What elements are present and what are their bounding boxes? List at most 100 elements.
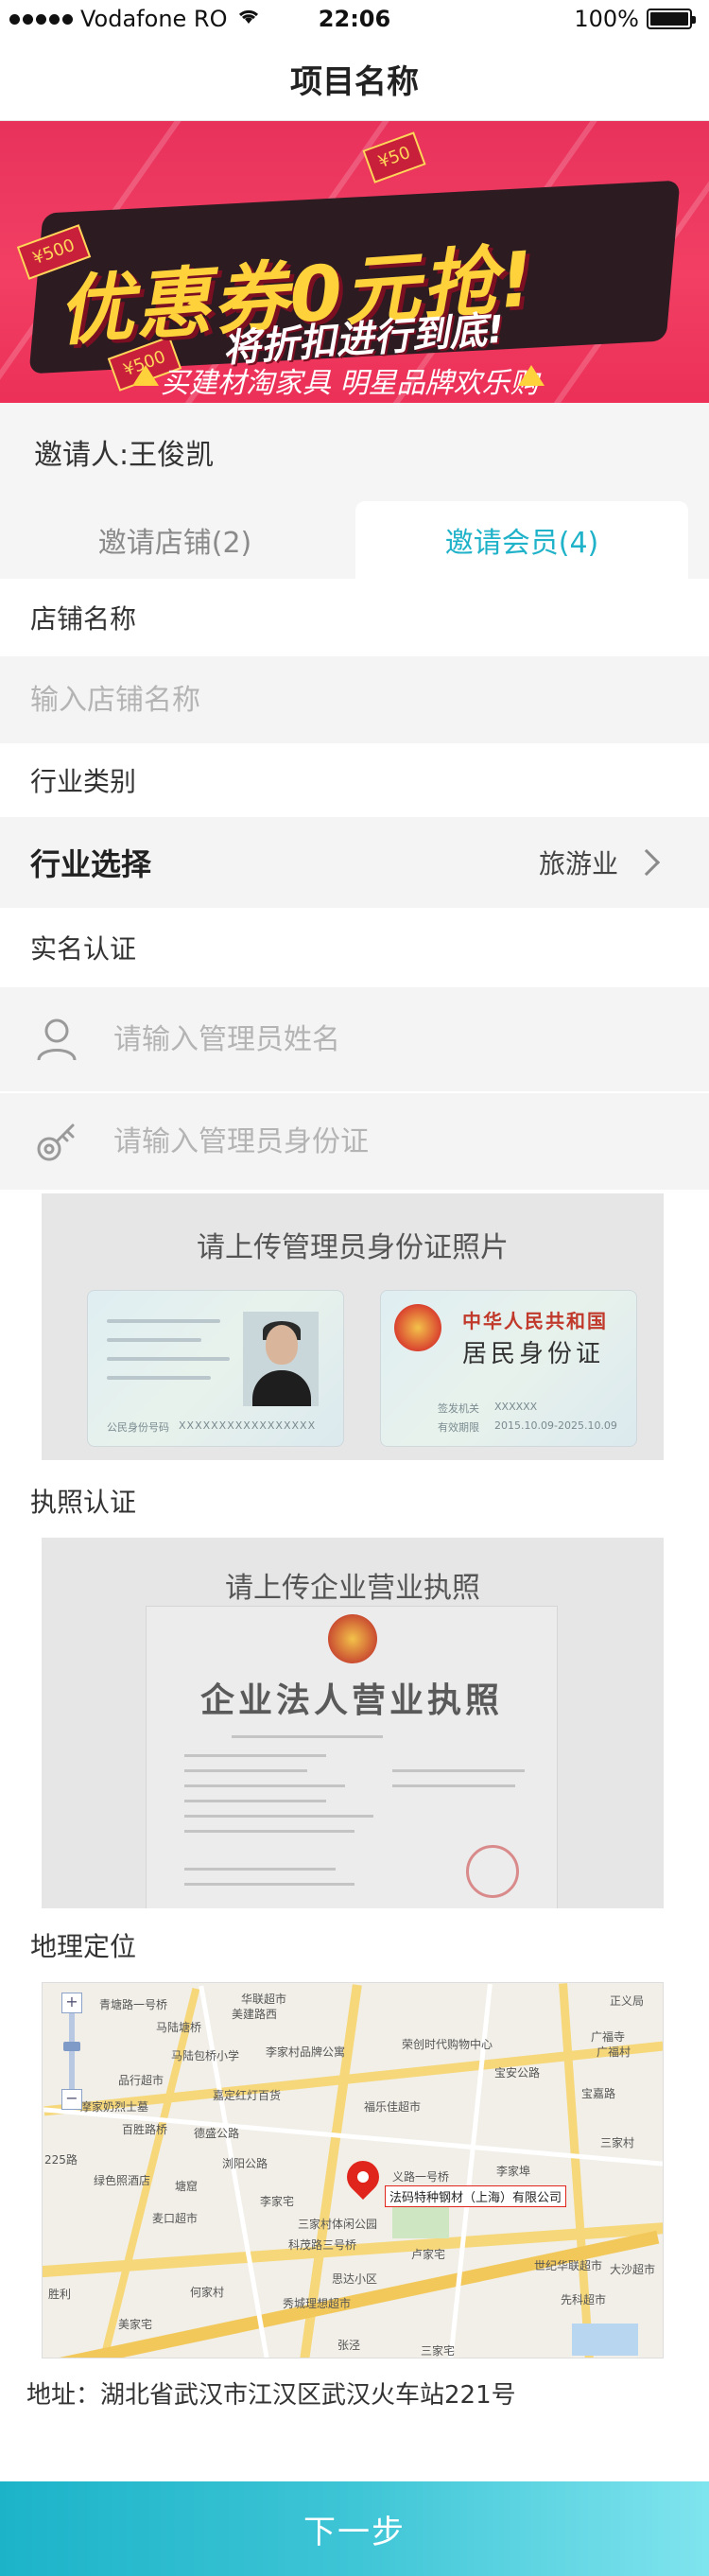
map-poi: 美家宅 bbox=[118, 2318, 153, 2331]
id-card-upload[interactable]: 请上传管理员身份证照片 公民身份号码 XXXXXXXXXXXXXXXXX 中华人… bbox=[42, 1193, 664, 1460]
next-step-button[interactable]: 下一步 bbox=[0, 2481, 709, 2576]
id-upload-title: 请上传管理员身份证照片 bbox=[197, 1231, 509, 1264]
id-number-label: 公民身份号码 bbox=[107, 1421, 169, 1434]
national-emblem-icon bbox=[328, 1614, 377, 1663]
map-poi: 先科超市 bbox=[561, 2293, 607, 2306]
map-poi: 义路一号桥 bbox=[392, 2170, 450, 2184]
map-poi: 胜利 bbox=[48, 2288, 72, 2301]
industry-select-label: 行业选择 bbox=[30, 846, 152, 882]
map-poi: 张泾 bbox=[337, 2339, 361, 2352]
admin-name-input[interactable] bbox=[113, 1022, 643, 1056]
map-poi: 摩家奶烈士墓 bbox=[80, 2100, 149, 2114]
map-poi: 何家村 bbox=[190, 2286, 225, 2299]
map-poi: 嘉定红灯百货 bbox=[213, 2089, 282, 2102]
id-issuer-label: 签发机关 bbox=[438, 1402, 479, 1415]
section-license: 执照认证 bbox=[0, 1464, 709, 1538]
inviter-label: 邀请人: bbox=[34, 439, 130, 472]
section-realname: 实名认证 bbox=[0, 908, 709, 987]
id-back-subtitle: 居民身份证 bbox=[462, 1340, 605, 1368]
map-poi: 青塘路一号桥 bbox=[99, 1998, 168, 2011]
map-pin-icon[interactable] bbox=[339, 2153, 387, 2201]
banner-tagline: 买建材淘家具 明星品牌欢乐购 bbox=[161, 367, 539, 400]
industry-select-row[interactable]: 行业选择 旅游业 bbox=[0, 817, 709, 908]
map-poi: 马陆塘桥 bbox=[156, 2021, 202, 2034]
admin-id-input[interactable] bbox=[113, 1124, 643, 1158]
admin-name-row bbox=[0, 987, 709, 1091]
map-poi: 广福村 bbox=[597, 2045, 631, 2059]
map-zoom-control[interactable]: + − bbox=[61, 1993, 82, 2114]
map-poi: 浏阳公路 bbox=[222, 2157, 268, 2170]
map-poi: 三家村体闲公园 bbox=[298, 2218, 378, 2231]
id-card-front-image: 公民身份号码 XXXXXXXXXXXXXXXXX bbox=[87, 1290, 344, 1447]
id-photo bbox=[243, 1312, 319, 1406]
zoom-out-button[interactable]: − bbox=[61, 2089, 82, 2110]
map-poi: 麦口超市 bbox=[152, 2212, 199, 2225]
key-icon bbox=[0, 1118, 113, 1165]
map-poi: 马陆包桥小学 bbox=[171, 2049, 240, 2063]
store-name-input[interactable] bbox=[30, 683, 560, 717]
map-poi: 大沙超市 bbox=[610, 2263, 656, 2276]
map-poi: 百胜路桥 bbox=[122, 2123, 168, 2136]
map-poi: 塘窟 bbox=[175, 2180, 199, 2193]
store-name-row bbox=[0, 656, 709, 743]
map-poi: 三家村 bbox=[600, 2136, 635, 2150]
section-industry: 行业类别 bbox=[0, 743, 709, 817]
user-icon bbox=[0, 1017, 113, 1062]
battery-percent: 100% bbox=[574, 6, 639, 32]
id-validity-value: 2015.10.09-2025.10.09 bbox=[494, 1419, 617, 1432]
business-license-image: 企业法人营业执照 bbox=[146, 1606, 558, 1920]
nav-bar: 项目名称 bbox=[0, 38, 709, 121]
inviter-name: 王俊凯 bbox=[129, 439, 215, 472]
map-poi: 秀城理想超市 bbox=[283, 2297, 352, 2310]
map-pin-label: 法码特种钢材（上海）有限公司 bbox=[385, 2185, 567, 2207]
map-poi: 225路 bbox=[44, 2153, 78, 2167]
promo-banner[interactable]: ¥500 ¥50 ¥500 优惠券0元抢! 将折扣进行到底! 买建材淘家具 明星… bbox=[0, 121, 709, 403]
map-poi: 三家宅 bbox=[421, 2344, 456, 2358]
map-poi: 德盛公路 bbox=[194, 2127, 240, 2140]
national-emblem-icon bbox=[394, 1304, 441, 1351]
map-poi: 绿色照酒店 bbox=[94, 2174, 151, 2187]
chevron-right-icon bbox=[632, 848, 661, 877]
section-store-name: 店铺名称 bbox=[0, 579, 709, 656]
triangle-icon bbox=[518, 365, 545, 386]
id-issuer-value: XXXXXX bbox=[494, 1401, 538, 1413]
battery-icon bbox=[647, 9, 696, 29]
license-upload[interactable]: 请上传企业营业执照 企业法人营业执照 bbox=[42, 1538, 664, 1920]
triangle-icon bbox=[132, 365, 159, 386]
admin-id-row bbox=[0, 1093, 709, 1190]
status-battery-area: 100% bbox=[574, 6, 696, 32]
location-map[interactable]: 华联超市 美建路西 青塘路一号桥 马陆塘桥 马陆包桥小学 李家村品牌公寓 荣创时… bbox=[42, 1982, 664, 2358]
section-location: 地理定位 bbox=[0, 1908, 709, 1982]
map-poi: 李家村品牌公寓 bbox=[266, 2045, 346, 2059]
industry-selected-value: 旅游业 bbox=[538, 848, 618, 879]
map-poi: 思达小区 bbox=[332, 2272, 378, 2286]
map-poi: 李家埠 bbox=[496, 2165, 531, 2178]
id-number-value: XXXXXXXXXXXXXXXXX bbox=[179, 1419, 317, 1432]
map-poi: 李家宅 bbox=[260, 2195, 295, 2208]
id-card-back-image: 中华人民共和国 居民身份证 签发机关 XXXXXX 有效期限 2015.10.0… bbox=[380, 1290, 637, 1447]
license-upload-title: 请上传企业营业执照 bbox=[225, 1572, 480, 1605]
map-poi: 荣创时代购物中心 bbox=[402, 2038, 493, 2051]
map-poi: 科茂路三号桥 bbox=[288, 2238, 357, 2252]
status-bar: Vodafone RO 22:06 100% bbox=[0, 0, 709, 38]
map-poi: 福乐佳超市 bbox=[364, 2100, 422, 2114]
zoom-in-button[interactable]: + bbox=[61, 1993, 82, 2013]
map-poi: 品行超市 bbox=[118, 2074, 164, 2087]
tab-invite-members[interactable]: 邀请会员(4) bbox=[355, 501, 688, 579]
id-back-title: 中华人民共和国 bbox=[462, 1310, 608, 1332]
map-poi: 卢家宅 bbox=[411, 2248, 446, 2261]
map-poi: 华联超市 bbox=[241, 1993, 287, 2006]
page-title: 项目名称 bbox=[290, 63, 419, 101]
seal-icon bbox=[466, 1845, 519, 1898]
zoom-slider[interactable] bbox=[63, 2013, 80, 2089]
id-validity-label: 有效期限 bbox=[438, 1421, 479, 1434]
map-poi: 宝嘉路 bbox=[581, 2087, 616, 2100]
license-doc-title: 企业法人营业执照 bbox=[199, 1681, 503, 1720]
map-poi: 世纪华联超市 bbox=[534, 2259, 603, 2272]
map-poi: 宝安公路 bbox=[494, 2066, 541, 2080]
invite-tabs: 邀请店铺(2) 邀请会员(4) bbox=[0, 501, 709, 579]
inviter-row: 邀请人: 王俊凯 bbox=[0, 403, 709, 501]
map-poi: 美建路西 bbox=[232, 2008, 278, 2021]
tab-invite-shops[interactable]: 邀请店铺(2) bbox=[0, 501, 350, 579]
address-text: 地址：湖北省武汉市江汉区武汉火车站221号 bbox=[26, 2381, 516, 2410]
